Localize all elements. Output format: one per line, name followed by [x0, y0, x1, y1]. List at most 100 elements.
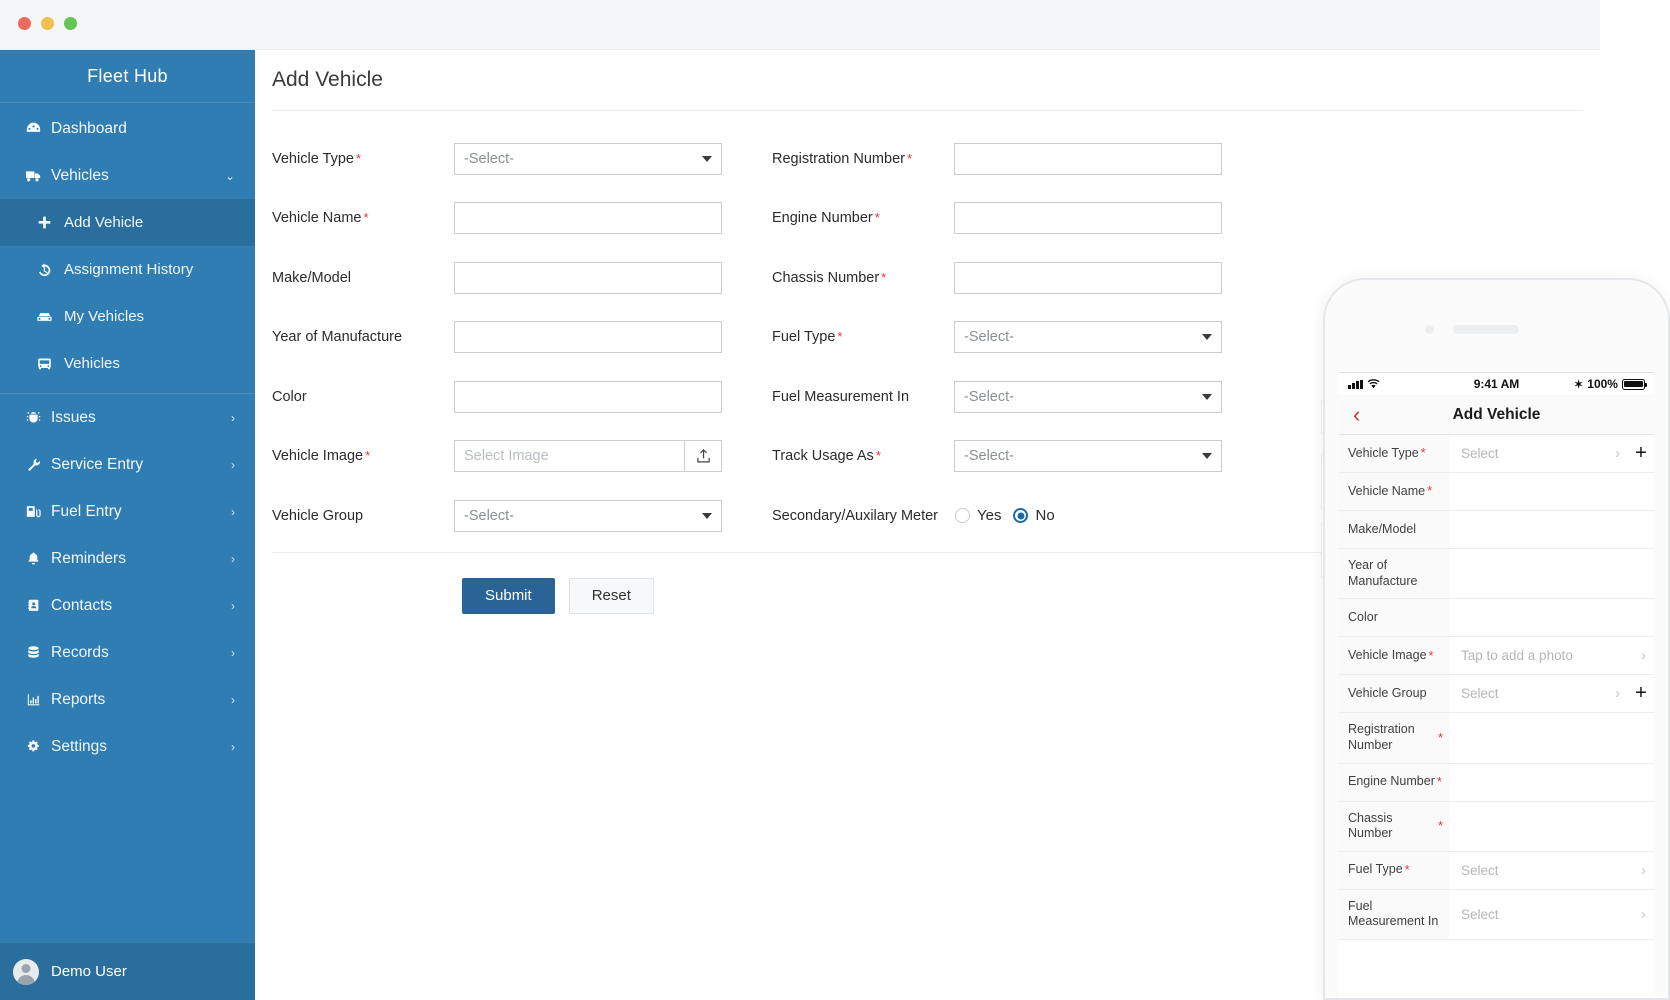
- car-icon: [36, 309, 64, 324]
- chevron-down-icon: [1202, 453, 1212, 459]
- vehicle-group-select[interactable]: -Select-: [454, 500, 722, 532]
- sidebar-item-fuel-entry[interactable]: Fuel Entry›: [0, 488, 255, 535]
- back-icon[interactable]: ‹: [1353, 404, 1360, 426]
- required-indicator: *: [837, 329, 842, 344]
- signal-bars-icon: [1348, 380, 1363, 389]
- add-icon[interactable]: +: [1628, 435, 1654, 472]
- maximize-icon[interactable]: [64, 17, 77, 30]
- vehicle-name-input[interactable]: [454, 202, 722, 234]
- sidebar-item-service-entry[interactable]: Service Entry›: [0, 441, 255, 488]
- registration-number-input[interactable]: [954, 143, 1222, 175]
- engine-number-input[interactable]: [954, 202, 1222, 234]
- phone-form-row[interactable]: Year of Manufacture: [1339, 549, 1654, 599]
- required-indicator: *: [1405, 862, 1410, 878]
- submit-button[interactable]: Submit: [462, 578, 555, 614]
- phone-clock: 9:41 AM: [1446, 377, 1547, 391]
- vehicle-image-input[interactable]: [454, 440, 684, 472]
- phone-form-row[interactable]: Color: [1339, 599, 1654, 637]
- phone-volume-down-button[interactable]: [1321, 523, 1324, 578]
- sidebar-item-reminders[interactable]: Reminders›: [0, 535, 255, 582]
- chevron-right-icon: ›: [1641, 647, 1648, 664]
- chevron-right-icon: ›: [231, 740, 235, 754]
- required-indicator: *: [1427, 483, 1432, 499]
- fuel-measurement-in-select[interactable]: -Select-: [954, 381, 1222, 413]
- phone-form-row[interactable]: Vehicle Name*: [1339, 473, 1654, 511]
- sidebar-item-vehicles[interactable]: Vehicles⌄: [0, 152, 255, 199]
- phone-volume-up-button[interactable]: [1321, 455, 1324, 510]
- radio-option-no[interactable]: No: [1013, 507, 1054, 524]
- phone-form-row[interactable]: Vehicle GroupSelect›+: [1339, 675, 1654, 713]
- phone-field-text: Tap to add a photo: [1461, 648, 1573, 663]
- chassis-number-input[interactable]: [954, 262, 1222, 294]
- sidebar-user[interactable]: Demo User: [0, 942, 255, 1000]
- upload-icon[interactable]: [684, 440, 722, 472]
- select-value: -Select-: [964, 448, 1014, 464]
- sidebar-item-settings[interactable]: Settings›: [0, 723, 255, 770]
- phone-form-row[interactable]: Engine Number*: [1339, 764, 1654, 802]
- truck-icon: [25, 168, 51, 183]
- required-indicator: *: [1437, 774, 1442, 790]
- sidebar-item-vehicles[interactable]: Vehicles: [0, 340, 255, 387]
- phone-form-row[interactable]: Fuel Type*Select›: [1339, 852, 1654, 890]
- sidebar-item-reports[interactable]: Reports›: [0, 676, 255, 723]
- close-icon[interactable]: [18, 17, 31, 30]
- make-model-input[interactable]: [454, 262, 722, 294]
- chevron-down-icon: [702, 156, 712, 162]
- chevron-right-icon: ›: [231, 646, 235, 660]
- sidebar-item-dashboard[interactable]: Dashboard: [0, 105, 255, 152]
- phone-screen: 9:41 AM ✶ 100% ‹ Add Vehicle Vehicle Typ…: [1339, 372, 1654, 998]
- sidebar-item-add-vehicle[interactable]: Add Vehicle: [0, 199, 255, 246]
- phone-field-value[interactable]: [1449, 713, 1654, 762]
- phone-field-value[interactable]: Tap to add a photo ›: [1449, 637, 1654, 674]
- year-of-manufacture-input[interactable]: [454, 321, 722, 353]
- form-row: Fuel Measurement In-Select-: [772, 367, 1282, 427]
- vehicle-type-select[interactable]: -Select-: [454, 143, 722, 175]
- sidebar-item-issues[interactable]: Issues›: [0, 394, 255, 441]
- reset-button[interactable]: Reset: [569, 578, 654, 614]
- radio-yes-icon[interactable]: [955, 508, 970, 523]
- phone-field-value[interactable]: [1449, 549, 1654, 598]
- phone-form-row[interactable]: Chassis Number*: [1339, 802, 1654, 852]
- app-brand: Fleet Hub: [0, 50, 255, 103]
- field-label: Secondary/Auxilary Meter: [772, 507, 954, 525]
- phone-field-value[interactable]: [1449, 473, 1654, 510]
- phone-field-value[interactable]: Select›: [1449, 435, 1628, 472]
- phone-form-row[interactable]: Vehicle Image*Tap to add a photo›: [1339, 637, 1654, 675]
- phone-silent-switch[interactable]: [1321, 400, 1324, 434]
- radio-option-yes[interactable]: Yes: [955, 507, 1001, 524]
- radio-no-icon[interactable]: [1013, 508, 1028, 523]
- field-label: Chassis Number*: [772, 269, 954, 287]
- wrench-icon: [25, 457, 51, 472]
- phone-form-row[interactable]: Vehicle Type*Select›+: [1339, 435, 1654, 473]
- field-label: Registration Number*: [772, 150, 954, 168]
- sidebar-item-contacts[interactable]: Contacts›: [0, 582, 255, 629]
- form-row: Chassis Number*: [772, 248, 1282, 308]
- chevron-right-icon: ›: [231, 599, 235, 613]
- phone-field-value[interactable]: Select›: [1449, 852, 1654, 889]
- phone-field-value[interactable]: [1449, 599, 1654, 636]
- phone-field-value[interactable]: [1449, 802, 1654, 851]
- sidebar-item-records[interactable]: Records›: [0, 629, 255, 676]
- radio-label: Yes: [977, 507, 1001, 524]
- color-input[interactable]: [454, 381, 722, 413]
- form-row: Make/Model: [272, 248, 772, 308]
- sidebar-item-my-vehicles[interactable]: My Vehicles: [0, 293, 255, 340]
- field-label: Vehicle Name*: [272, 209, 454, 227]
- phone-field-value[interactable]: Select›: [1449, 890, 1654, 939]
- fuel-type-select[interactable]: -Select-: [954, 321, 1222, 353]
- phone-field-label: Fuel Type*: [1339, 852, 1449, 889]
- field-label: Fuel Measurement In: [772, 388, 954, 406]
- form-row: Vehicle Type*-Select-: [272, 129, 772, 189]
- phone-field-value[interactable]: [1449, 511, 1654, 548]
- phone-form-row[interactable]: Registration Number*: [1339, 713, 1654, 763]
- form-row: Year of Manufacture: [272, 308, 772, 368]
- phone-form-row[interactable]: Fuel Measurement InSelect›: [1339, 890, 1654, 940]
- phone-field-value[interactable]: Select›: [1449, 675, 1628, 712]
- track-usage-as-select[interactable]: -Select-: [954, 440, 1222, 472]
- add-icon[interactable]: +: [1628, 675, 1654, 712]
- phone-form-row[interactable]: Make/Model: [1339, 511, 1654, 549]
- minimize-icon[interactable]: [41, 17, 54, 30]
- phone-field-value[interactable]: [1449, 764, 1654, 801]
- sidebar-item-assignment-history[interactable]: Assignment History: [0, 246, 255, 293]
- phone-field-label: Fuel Measurement In: [1339, 890, 1449, 939]
